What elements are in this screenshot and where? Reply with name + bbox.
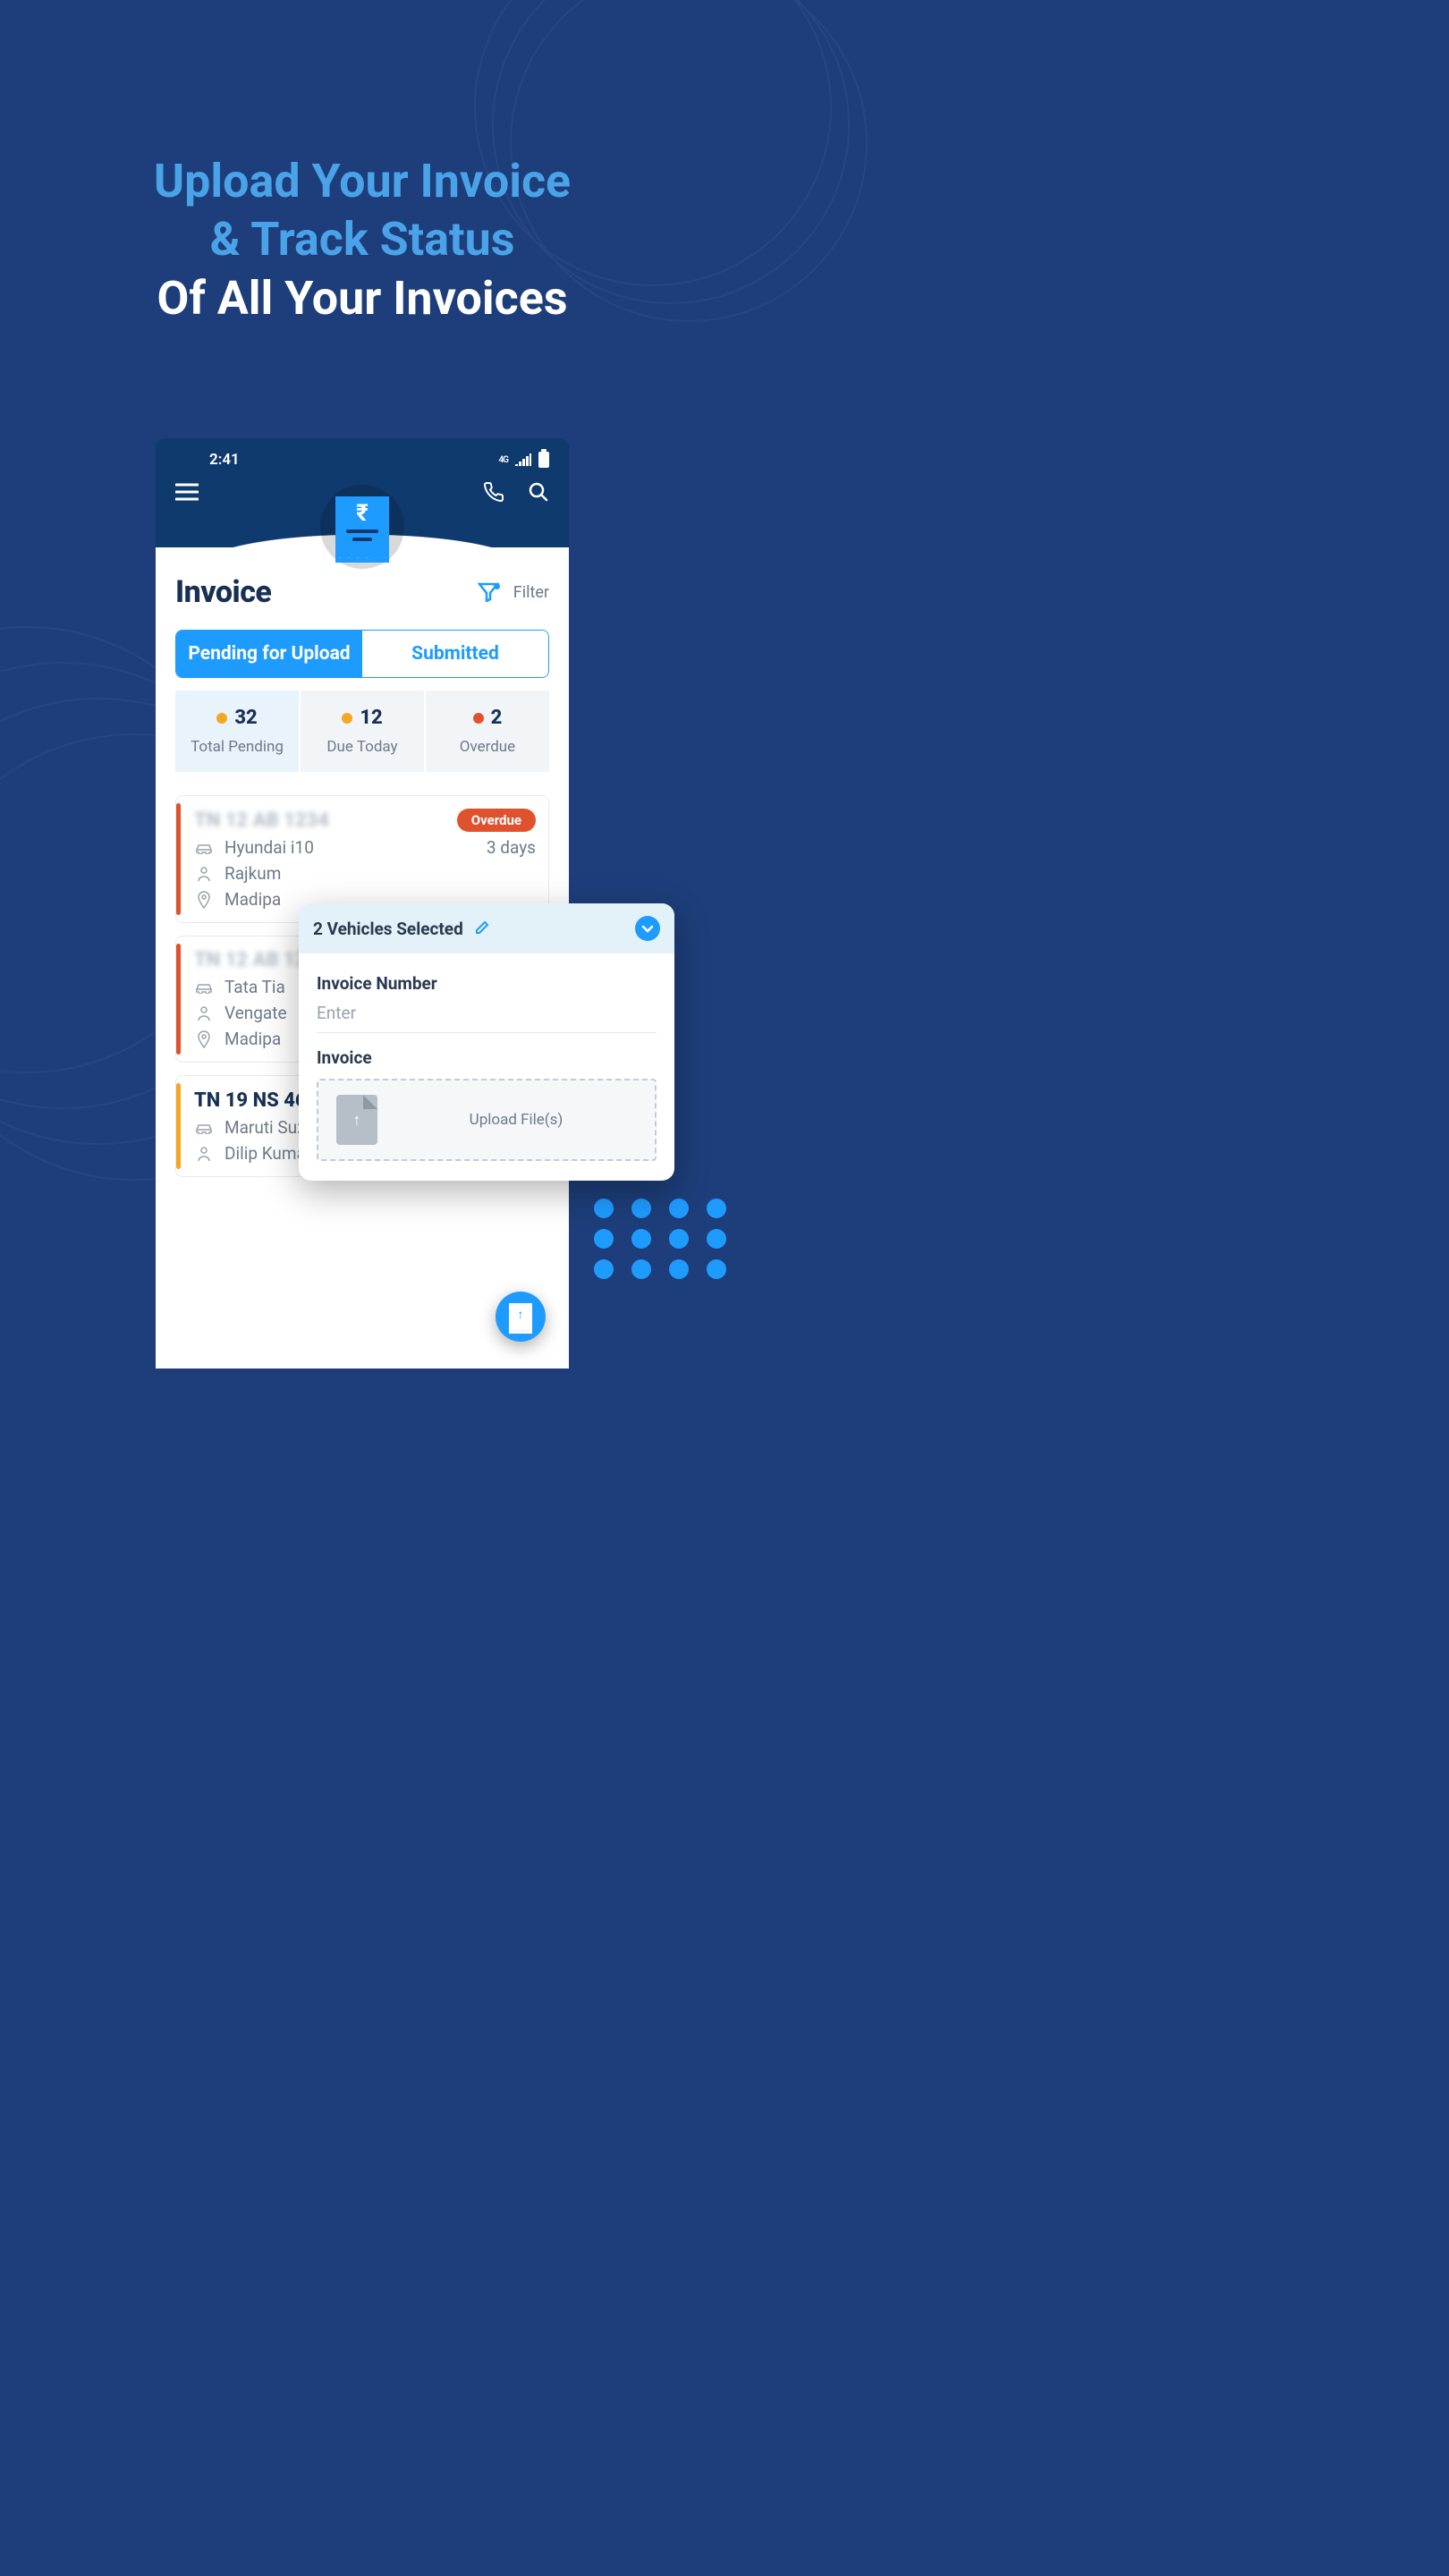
phone-icon[interactable] — [483, 481, 504, 503]
location-icon — [194, 1030, 214, 1048]
car-icon — [194, 981, 214, 994]
location-icon — [194, 891, 214, 909]
location: Madipa — [225, 889, 281, 910]
car-icon — [194, 842, 214, 854]
status-network: 4G — [498, 455, 508, 465]
search-icon[interactable] — [528, 481, 549, 503]
signal-icon — [515, 453, 531, 466]
hero-line-1b: & Track Status — [0, 210, 724, 268]
tab-submitted[interactable]: Submitted — [362, 631, 548, 677]
owner-name: Vengate — [225, 1003, 287, 1023]
edit-icon[interactable] — [472, 919, 490, 937]
stat-total-pending[interactable]: 32 Total Pending — [175, 691, 299, 772]
status-badge: Overdue — [457, 809, 536, 832]
page-title: Invoice — [175, 574, 271, 610]
person-icon — [194, 866, 214, 882]
person-icon — [194, 1005, 214, 1021]
tab-pending[interactable]: Pending for Upload — [176, 631, 362, 677]
battery-icon — [538, 452, 549, 468]
upload-dropzone[interactable]: ↑ Upload File(s) — [317, 1079, 657, 1161]
upload-text: Upload File(s) — [395, 1111, 637, 1129]
file-upload-icon: ↑ — [336, 1095, 377, 1145]
location: Madipa — [225, 1029, 281, 1049]
stat-overdue[interactable]: 2 Overdue — [426, 691, 549, 772]
vehicle-reg: TN 12 AB 1234 — [194, 809, 329, 832]
upload-fab[interactable]: ↑ — [496, 1292, 546, 1342]
collapse-icon[interactable] — [635, 916, 660, 941]
vehicle-model: Hyundai i10 — [225, 837, 314, 858]
menu-icon[interactable] — [175, 483, 199, 501]
hero-heading: Upload Your Invoice & Track Status Of Al… — [0, 152, 724, 329]
hero-line-1a: Upload Your Invoice — [0, 152, 724, 210]
filter-label: Filter — [513, 583, 549, 602]
invoice-file-label: Invoice — [317, 1047, 657, 1068]
segment-control: Pending for Upload Submitted — [175, 630, 549, 678]
hero-line-2: Of All Your Invoices — [0, 268, 724, 329]
person-icon — [194, 1146, 214, 1162]
car-icon — [194, 1122, 214, 1134]
popup-title: 2 Vehicles Selected — [313, 919, 463, 939]
invoice-number-input[interactable]: Enter — [317, 994, 657, 1033]
vehicle-model: Tata Tia — [225, 977, 285, 997]
decorative-dots — [594, 1199, 733, 1279]
phone-mock: 2:41 4G ₹ Invoi — [156, 438, 569, 1368]
days-overdue: 3 days — [487, 837, 536, 858]
owner-name: Rajkum — [225, 863, 281, 884]
status-time: 2:41 — [209, 451, 240, 469]
filter-button[interactable]: Filter — [478, 582, 549, 602]
invoice-number-label: Invoice Number — [317, 973, 657, 994]
status-bar: 2:41 4G — [156, 438, 569, 476]
upload-receipt-icon: ↑ — [509, 1303, 532, 1330]
invoice-app-icon: ₹ — [320, 485, 404, 569]
upload-popup: 2 Vehicles Selected Invoice Number Enter… — [299, 903, 674, 1181]
stat-due-today[interactable]: 12 Due Today — [301, 691, 424, 772]
